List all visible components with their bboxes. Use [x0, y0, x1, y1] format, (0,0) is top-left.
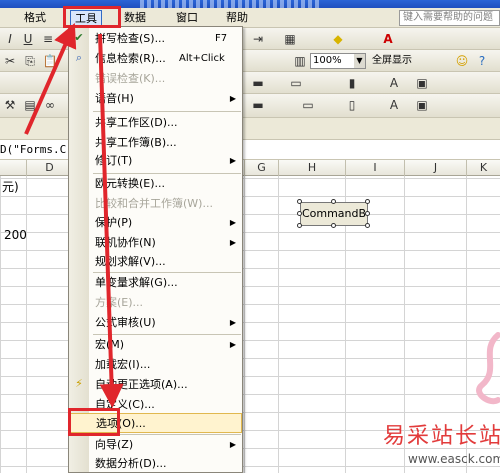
annotation-box-tools	[63, 6, 121, 28]
bar-icon[interactable]: ▮	[344, 75, 360, 91]
align-left-icon[interactable]: ≡	[40, 31, 56, 47]
more-controls-icon[interactable]: ▣	[414, 97, 430, 113]
button-control-icon[interactable]: ▭	[300, 97, 316, 113]
menu-help[interactable]: 帮助	[222, 10, 252, 26]
column-header-d[interactable]: D	[26, 160, 72, 176]
zoom-select[interactable]: 100% ▼	[310, 53, 366, 69]
column-header-k[interactable]: K	[466, 160, 500, 176]
research-icon: ⌕	[75, 51, 83, 64]
annotation-box-options	[68, 408, 120, 436]
menu-format[interactable]: 格式	[20, 10, 50, 26]
menu-item-speech[interactable]: 语音(H) ▶	[69, 89, 242, 109]
submenu-arrow-icon: ▶	[229, 156, 236, 165]
menu-item-shared-workspace[interactable]: 共享工作区(D)...	[69, 113, 242, 133]
resize-handle[interactable]	[331, 199, 336, 204]
submenu-arrow-icon: ▶	[229, 340, 236, 349]
cell-value-200[interactable]: 200	[4, 228, 27, 242]
column-header-g[interactable]: G	[244, 160, 278, 176]
borders-icon[interactable]: ▦	[282, 31, 298, 47]
column-header-h[interactable]: H	[278, 160, 345, 176]
column-header-i[interactable]: I	[345, 160, 404, 176]
decoration-swirl	[476, 332, 500, 405]
title-text-cropped	[140, 0, 320, 8]
menu-item-online-collab[interactable]: 联机协作(N) ▶	[69, 233, 242, 253]
watermark-url: www.easck.com	[408, 452, 500, 466]
menu-item-error-check: 错误检查(K)...	[95, 72, 166, 85]
paste-icon[interactable]: 📋	[42, 53, 58, 69]
cut-icon[interactable]: ✂	[2, 53, 18, 69]
textbox-control-icon[interactable]: A	[386, 97, 402, 113]
menu-item-wizard[interactable]: 向导(Z) ▶	[69, 435, 242, 455]
menu-item-scenarios: 方案(E)...	[95, 296, 144, 309]
submenu-arrow-icon: ▶	[229, 440, 236, 449]
menu-item-solver[interactable]: 规划求解(V)...	[69, 252, 242, 272]
menu-item-compare-merge: 比较和合并工作簿(W)...	[95, 197, 213, 210]
help-icon[interactable]: ?	[474, 53, 490, 69]
menu-window[interactable]: 窗口	[172, 10, 202, 26]
view-code-icon[interactable]: ∞	[42, 97, 58, 113]
spell-check-icon: ✔	[74, 31, 84, 44]
menu-item-research[interactable]: ⌕ 信息检索(R)... Alt+Click	[69, 49, 242, 69]
menu-item-macro[interactable]: 宏(M) ▶	[69, 335, 242, 355]
properties-icon[interactable]: ▤	[22, 97, 38, 113]
underline-icon[interactable]: U	[20, 31, 36, 47]
submenu-arrow-icon: ▶	[229, 318, 236, 327]
italic-icon[interactable]: I	[2, 31, 18, 47]
tools-dropdown-menu: ✔ 拼写检查(S)... F7 ⌕ 信息检索(R)... Alt+Click 错误检查(…	[68, 26, 243, 473]
copy-icon[interactable]: ⎘	[22, 53, 38, 69]
chart-wizard-icon[interactable]: ▥	[292, 53, 308, 69]
label-icon[interactable]: ▬	[250, 97, 266, 113]
resize-handle[interactable]	[331, 223, 336, 228]
fullscreen-button[interactable]: 全屏显示	[372, 53, 412, 69]
menu-item-track-changes[interactable]: 修订(T) ▶	[69, 151, 242, 171]
menu-item-data-analysis[interactable]: 数据分析(D)...	[69, 454, 242, 473]
image-icon[interactable]: ▣	[414, 75, 430, 91]
chevron-down-icon: ▼	[354, 54, 365, 68]
resize-handle[interactable]	[365, 223, 370, 228]
resize-handle[interactable]	[297, 199, 302, 204]
menu-item-goal-seek[interactable]: 单变量求解(G)...	[69, 273, 242, 293]
menu-item-protection[interactable]: 保护(P) ▶	[69, 213, 242, 233]
submenu-arrow-icon: ▶	[229, 218, 236, 227]
cell-yuan[interactable]: 元)	[2, 178, 19, 195]
menu-item-spelling[interactable]: ✔ 拼写检查(S)... F7	[69, 29, 242, 49]
menu-item-share-workbook[interactable]: 共享工作簿(B)...	[69, 133, 242, 153]
help-search-input[interactable]: 键入需要帮助的问题	[399, 10, 500, 26]
resize-handle[interactable]	[365, 211, 370, 216]
fill-color-icon[interactable]: ◆	[330, 31, 346, 47]
menu-item-euro-conversion[interactable]: 欧元转换(E)...	[69, 174, 242, 194]
menu-item-formula-auditing[interactable]: 公式审核(U) ▶	[69, 313, 242, 333]
menu-item-addins[interactable]: 加载宏(I)...	[69, 355, 242, 375]
resize-handle[interactable]	[297, 211, 302, 216]
line-icon[interactable]: ▬	[250, 75, 266, 91]
textbox-icon[interactable]: A	[386, 75, 402, 91]
column-header-j[interactable]: J	[404, 160, 466, 176]
submenu-arrow-icon: ▶	[229, 94, 236, 103]
scrollbar-icon[interactable]: ▯	[344, 97, 360, 113]
resize-handle[interactable]	[365, 199, 370, 204]
resize-handle[interactable]	[297, 223, 302, 228]
design-mode-icon[interactable]: ⚒	[2, 97, 18, 113]
smiley-icon[interactable]: ☺	[454, 53, 470, 69]
menu-data[interactable]: 数据	[120, 10, 150, 26]
indent-icon[interactable]: ⇥	[250, 31, 266, 47]
watermark-logo: 易采站长站	[383, 424, 500, 449]
font-color-icon[interactable]: A	[380, 31, 396, 47]
menu-item-autocorrect[interactable]: ⚡ 自动更正选项(A)...	[69, 375, 242, 395]
rectangle-icon[interactable]: ▭	[288, 75, 304, 91]
submenu-arrow-icon: ▶	[229, 238, 236, 247]
autocorrect-icon: ⚡	[75, 377, 83, 390]
